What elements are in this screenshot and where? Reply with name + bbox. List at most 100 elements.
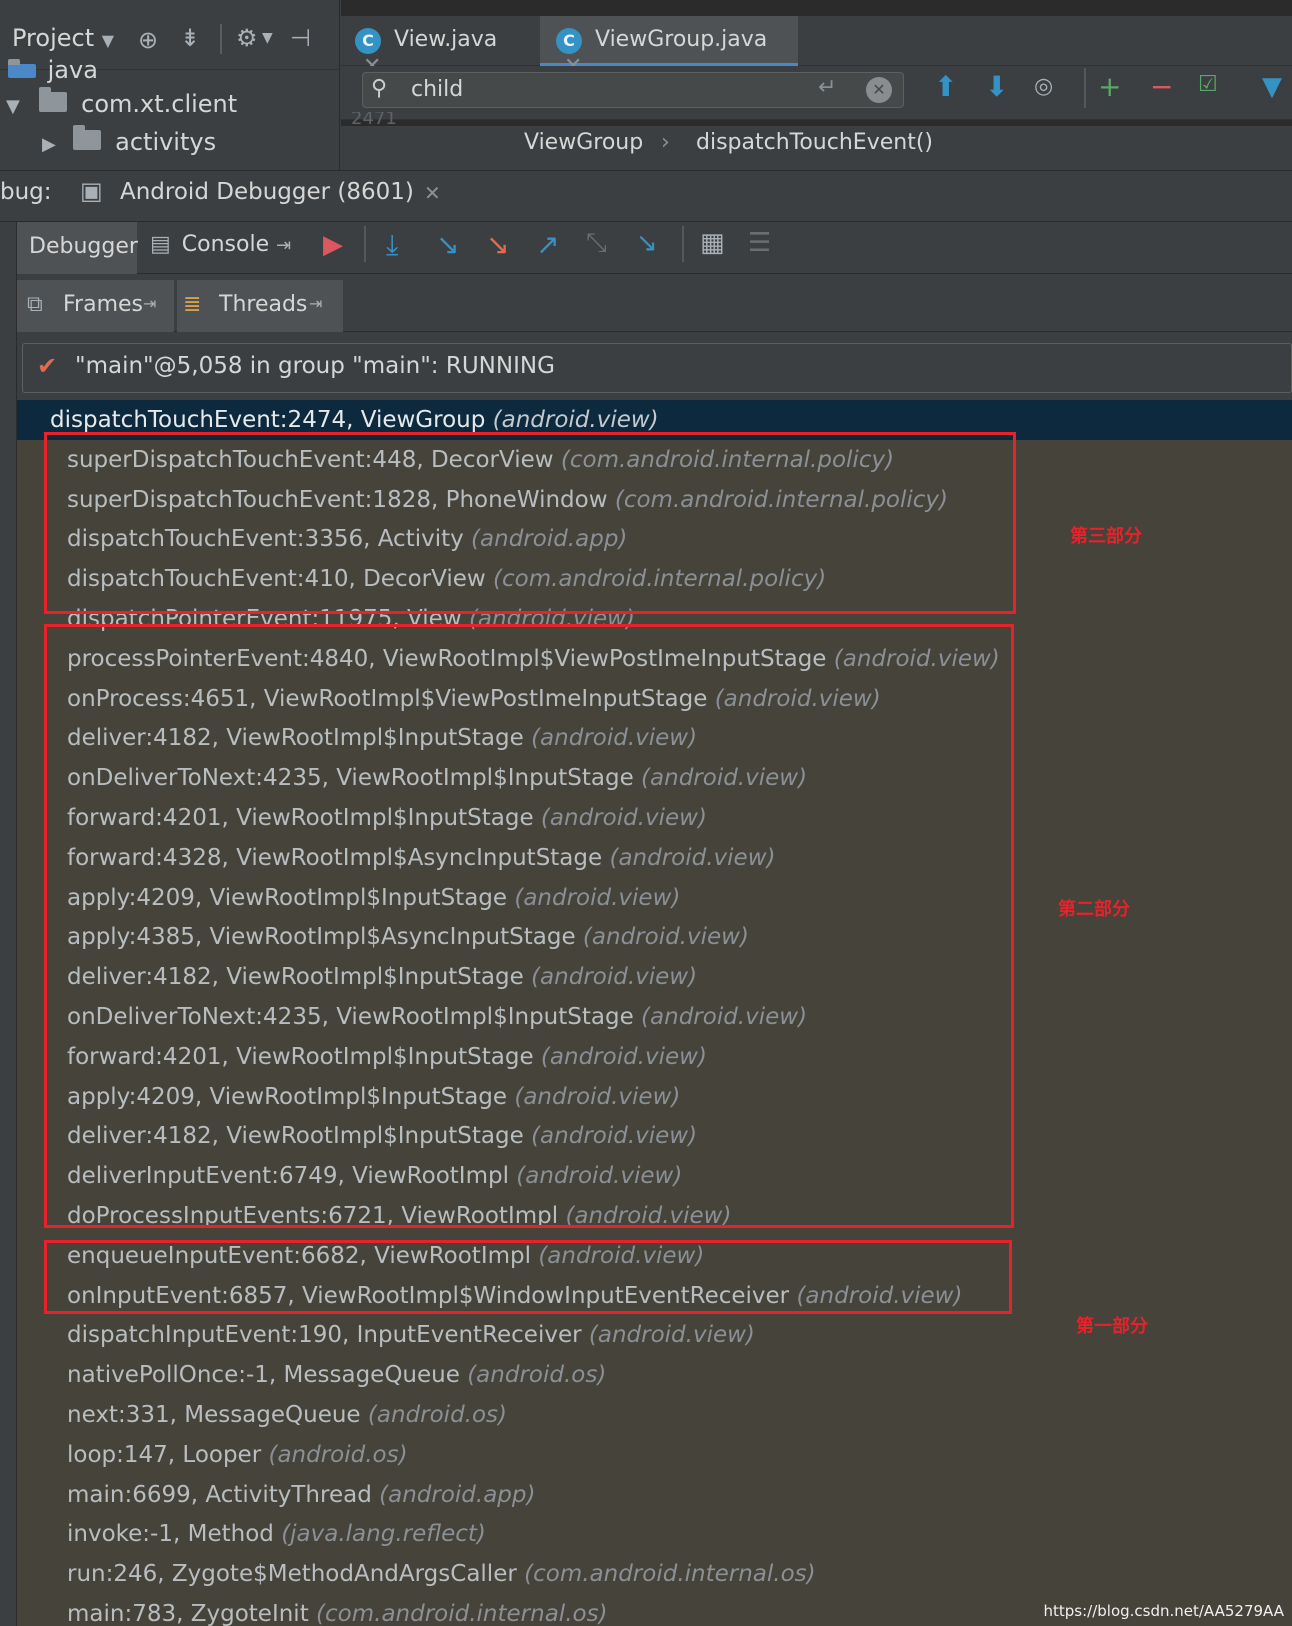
stack-frame-row[interactable]: main:783, ZygoteInit (com.android.intern… (67, 1594, 608, 1626)
frame-package: (java.lang.reflect) (281, 1521, 486, 1548)
tab-label: Debugger (29, 234, 138, 259)
tab-frames[interactable]: ⧉ Frames ⇥ (17, 280, 174, 332)
android-debugger-icon: ▣ (80, 177, 103, 205)
chevron-down-icon: ▼ (262, 30, 273, 46)
stack-frame-row[interactable]: loop:147, Looper (android.os) (67, 1435, 408, 1475)
close-icon[interactable]: ✕ (424, 181, 441, 205)
step-into-icon[interactable]: ↘ (436, 228, 459, 261)
debug-session-bar: bug: ▣ Android Debugger (8601) ✕ (0, 170, 1292, 222)
tab-label: Frames (63, 292, 144, 317)
watermark: https://blog.csdn.net/AA5279AA (1043, 1602, 1284, 1620)
tab-label: Threads (219, 292, 308, 317)
stack-frame-row[interactable]: run:246, Zygote$MethodAndArgsCaller (com… (67, 1554, 816, 1594)
annotation-label-part3: 第三部分 (1070, 526, 1142, 547)
thread-status-icon: ✔ (37, 352, 58, 380)
tree-item-label: activitys (115, 128, 217, 156)
collapse-all-icon[interactable]: ⇟ (180, 24, 200, 52)
breadcrumb: ViewGroup › dispatchTouchEvent() (341, 126, 1292, 170)
hide-panel-icon[interactable]: ⊣ (290, 24, 311, 52)
stack-frame-row[interactable]: dispatchInputEvent:190, InputEventReceiv… (67, 1315, 755, 1355)
search-input[interactable]: ⚲ child ↵ ✕ (362, 72, 904, 108)
stack-frame-row[interactable]: main:6699, ActivityThread (android.app) (67, 1475, 535, 1515)
tab-view-java[interactable]: C View.java ✕ (345, 16, 530, 79)
frame-method: run:246, Zygote$MethodAndArgsCaller (67, 1561, 517, 1588)
add-selection-icon[interactable]: + (1098, 70, 1121, 103)
tab-viewgroup-java[interactable]: C ViewGroup.java ✕ (540, 16, 798, 79)
tab-console[interactable]: ▤ Console ⇥ (150, 232, 291, 257)
step-out-icon[interactable]: ↗ (536, 228, 559, 261)
frame-package: (android.view) (588, 1322, 755, 1349)
class-icon: C (556, 28, 582, 54)
breadcrumb-class[interactable]: ViewGroup (524, 130, 643, 155)
expand-arrow-icon[interactable]: ▼ (6, 96, 20, 117)
annotation-label-part1: 第一部分 (1076, 1316, 1148, 1337)
frame-method: invoke:-1, Method (67, 1521, 274, 1548)
package-folder-icon (73, 125, 102, 150)
project-view-selector[interactable]: Project ▼ (12, 24, 114, 52)
tab-label: ViewGroup.java (595, 27, 768, 52)
filter-icon[interactable]: ▼ (1262, 72, 1282, 102)
previous-occurrence-icon[interactable]: ⬆ (934, 70, 957, 103)
threads-icon: ≣ (183, 292, 202, 317)
search-value: child (411, 77, 464, 102)
project-title: Project (12, 24, 95, 52)
tab-debugger[interactable]: Debugger (17, 222, 138, 274)
force-step-into-icon[interactable]: ↘ (486, 228, 509, 261)
tree-item-label: com.xt.client (81, 90, 238, 118)
stack-frame-row[interactable]: nativePollOnce:-1, MessageQueue (android… (67, 1355, 606, 1395)
chevron-right-icon: › (661, 130, 670, 155)
tree-item-activitys[interactable]: ▶ activitys (42, 125, 217, 156)
toolbar-divider (364, 226, 366, 262)
tab-label: Console (181, 232, 270, 257)
locate-icon[interactable]: ⊕ (138, 26, 158, 54)
frame-package: (android.os) (467, 1362, 607, 1389)
thread-label: "main"@5,058 in group "main": RUNNING (75, 353, 555, 379)
toolbar-divider (1084, 68, 1086, 108)
debug-session-tab[interactable]: Android Debugger (8601) (120, 179, 414, 205)
pin-tab-icon[interactable]: ⇥ (309, 294, 322, 313)
annotation-box-part1 (44, 1240, 1012, 1314)
stack-frame-row[interactable]: next:331, MessageQueue (android.os) (67, 1395, 507, 1435)
frame-package: (android.view) (492, 407, 659, 433)
debug-window-label: bug: (0, 179, 52, 205)
collapse-arrow-icon[interactable]: ▶ (42, 134, 56, 155)
annotation-label-part2: 第二部分 (1058, 899, 1130, 920)
remove-selection-icon[interactable]: − (1150, 70, 1173, 103)
trace-current-stream-icon[interactable]: ☰ (748, 228, 771, 258)
frame-package: (android.app) (379, 1481, 536, 1508)
evaluate-expression-icon[interactable]: ▦ (700, 228, 725, 258)
tab-threads[interactable]: ≣ Threads ⇥ (177, 280, 343, 332)
frame-method: next:331, MessageQueue (67, 1402, 361, 1428)
frame-method: loop:147, Looper (67, 1441, 262, 1468)
annotation-box-part2 (44, 624, 1014, 1228)
search-icon[interactable]: ⚲ (371, 76, 387, 101)
tree-item-java[interactable]: java (8, 56, 98, 84)
next-occurrence-icon[interactable]: ⬇ (985, 70, 1008, 103)
console-icon: ▤ (150, 232, 171, 257)
pin-tab-icon[interactable]: ⇥ (276, 235, 291, 256)
drop-frame-icon[interactable]: ⤡ (586, 228, 607, 259)
run-to-cursor-icon[interactable]: ↘ (636, 228, 658, 258)
enter-icon: ↵ (818, 75, 837, 100)
frame-method: main:6699, ActivityThread (67, 1481, 372, 1508)
frame-package: (android.os) (367, 1402, 508, 1428)
frame-package: (com.android.internal.os) (316, 1601, 608, 1626)
find-all-icon[interactable]: ◎ (1034, 74, 1053, 99)
select-all-occurrences-icon[interactable]: ☑ (1198, 72, 1218, 97)
frame-method: nativePollOnce:-1, MessageQueue (67, 1362, 460, 1389)
tree-item-com-xt-client[interactable]: ▼ com.xt.client (6, 87, 238, 118)
tab-label: View.java (394, 27, 498, 52)
package-folder-icon (39, 87, 68, 112)
gear-icon[interactable]: ⚙ (236, 24, 258, 52)
thread-selector[interactable]: ✔ "main"@5,058 in group "main": RUNNING (22, 343, 1292, 393)
annotation-box-part3 (44, 432, 1016, 614)
step-over-icon[interactable]: ⤓ (386, 228, 398, 262)
stack-frame-row[interactable]: invoke:-1, Method (java.lang.reflect) (67, 1514, 486, 1554)
toolbar-divider (682, 226, 684, 262)
source-folder-icon (8, 59, 36, 78)
breadcrumb-method[interactable]: dispatchTouchEvent() (696, 130, 933, 155)
pin-tab-icon[interactable]: ⇥ (143, 294, 156, 313)
show-execution-point-icon[interactable]: ▶ (323, 230, 343, 260)
class-icon: C (355, 28, 381, 54)
clear-search-icon[interactable]: ✕ (866, 77, 892, 103)
